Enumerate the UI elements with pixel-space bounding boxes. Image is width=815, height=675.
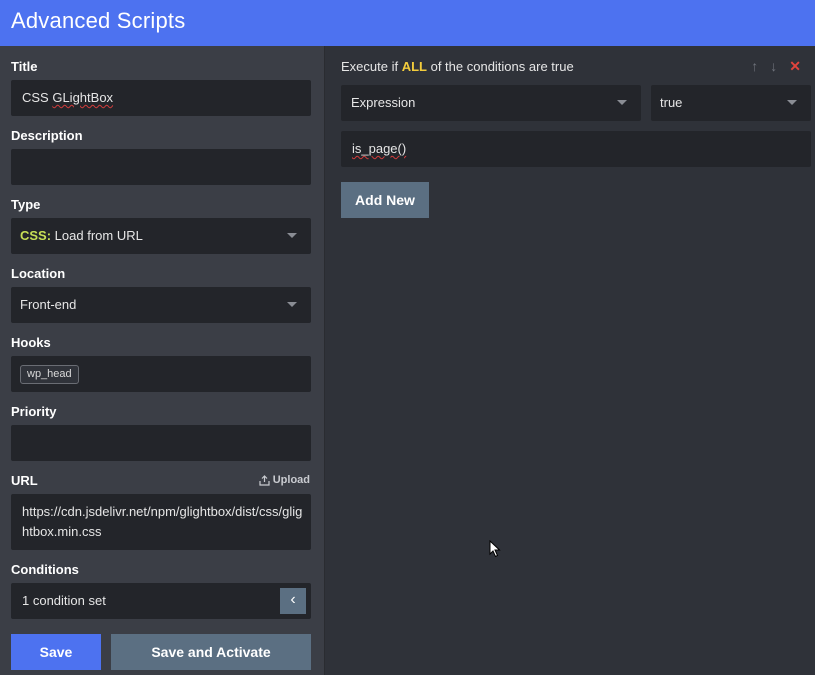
- chevron-down-icon: [787, 100, 797, 105]
- priority-label: Priority: [11, 404, 57, 419]
- title-prefix: CSS: [22, 90, 53, 105]
- location-select[interactable]: Front-end: [11, 287, 311, 323]
- move-up-icon[interactable]: ↑: [751, 58, 758, 75]
- heading-keyword-all[interactable]: ALL: [402, 59, 427, 74]
- app-title: Advanced Scripts: [11, 8, 186, 33]
- type-rest: Load from URL: [51, 228, 143, 243]
- url-label: URL: [11, 473, 38, 488]
- title-input[interactable]: CSS GLightBox: [11, 80, 311, 116]
- type-label: Type: [11, 197, 41, 212]
- move-down-icon[interactable]: ↓: [770, 58, 777, 75]
- title-label: Title: [11, 59, 38, 74]
- condition-group-actions: ↑ ↓ ✕: [751, 58, 801, 75]
- conditions-summary: 1 condition set: [22, 593, 106, 608]
- chevron-down-icon: [287, 302, 297, 307]
- expression-text: is_page(): [352, 141, 407, 156]
- script-form-panel: Title CSS GLightBox Description Type CSS…: [0, 46, 325, 675]
- save-button[interactable]: Save: [11, 634, 101, 670]
- title-misspelled-word: GLightBox: [52, 90, 114, 105]
- type-select[interactable]: CSS: Load from URL: [11, 218, 311, 254]
- description-input[interactable]: [11, 149, 311, 185]
- condition-type-select[interactable]: Expression: [341, 85, 641, 121]
- hook-tag[interactable]: wp_head: [20, 365, 79, 384]
- url-value: https://cdn.jsdelivr.net/npm/glightbox/d…: [22, 504, 303, 539]
- add-new-condition-button[interactable]: Add New: [341, 182, 429, 218]
- hooks-label: Hooks: [11, 335, 51, 350]
- save-and-activate-button[interactable]: Save and Activate: [111, 634, 311, 670]
- chevron-down-icon: [287, 233, 297, 238]
- chevron-down-icon: [617, 100, 627, 105]
- chevron-left-icon: ‹: [290, 591, 296, 608]
- conditions-field[interactable]: 1 condition set ‹: [11, 583, 311, 619]
- heading-post: of the conditions are true: [426, 59, 574, 74]
- collapse-conditions-button[interactable]: ‹: [280, 588, 306, 614]
- description-label: Description: [11, 128, 83, 143]
- condition-group-heading: Execute if ALL of the conditions are tru…: [341, 59, 574, 74]
- condition-type-value: Expression: [351, 95, 416, 110]
- hooks-input[interactable]: wp_head: [11, 356, 311, 392]
- type-keyword: CSS:: [20, 228, 52, 243]
- conditions-label: Conditions: [11, 562, 79, 577]
- location-select-value: Front-end: [20, 297, 77, 312]
- location-label: Location: [11, 266, 66, 281]
- condition-value: true: [660, 95, 683, 110]
- upload-button[interactable]: Upload: [259, 474, 310, 486]
- expression-input[interactable]: is_page(): [341, 131, 811, 167]
- mouse-cursor-icon: [489, 540, 501, 558]
- priority-input[interactable]: [11, 425, 311, 461]
- url-textarea[interactable]: https://cdn.jsdelivr.net/npm/glightbox/d…: [11, 494, 311, 550]
- close-icon[interactable]: ✕: [789, 58, 801, 75]
- heading-pre: Execute if: [341, 59, 402, 74]
- upload-label: Upload: [272, 474, 310, 486]
- expression-value: is_page(): [352, 141, 406, 156]
- app-header: Advanced Scripts: [0, 0, 815, 46]
- type-select-value: CSS: Load from URL: [20, 228, 143, 243]
- title-input-value: CSS GLightBox: [22, 90, 113, 105]
- conditions-panel: Execute if ALL of the conditions are tru…: [325, 46, 815, 675]
- upload-icon: [259, 474, 270, 486]
- condition-value-select[interactable]: true: [651, 85, 811, 121]
